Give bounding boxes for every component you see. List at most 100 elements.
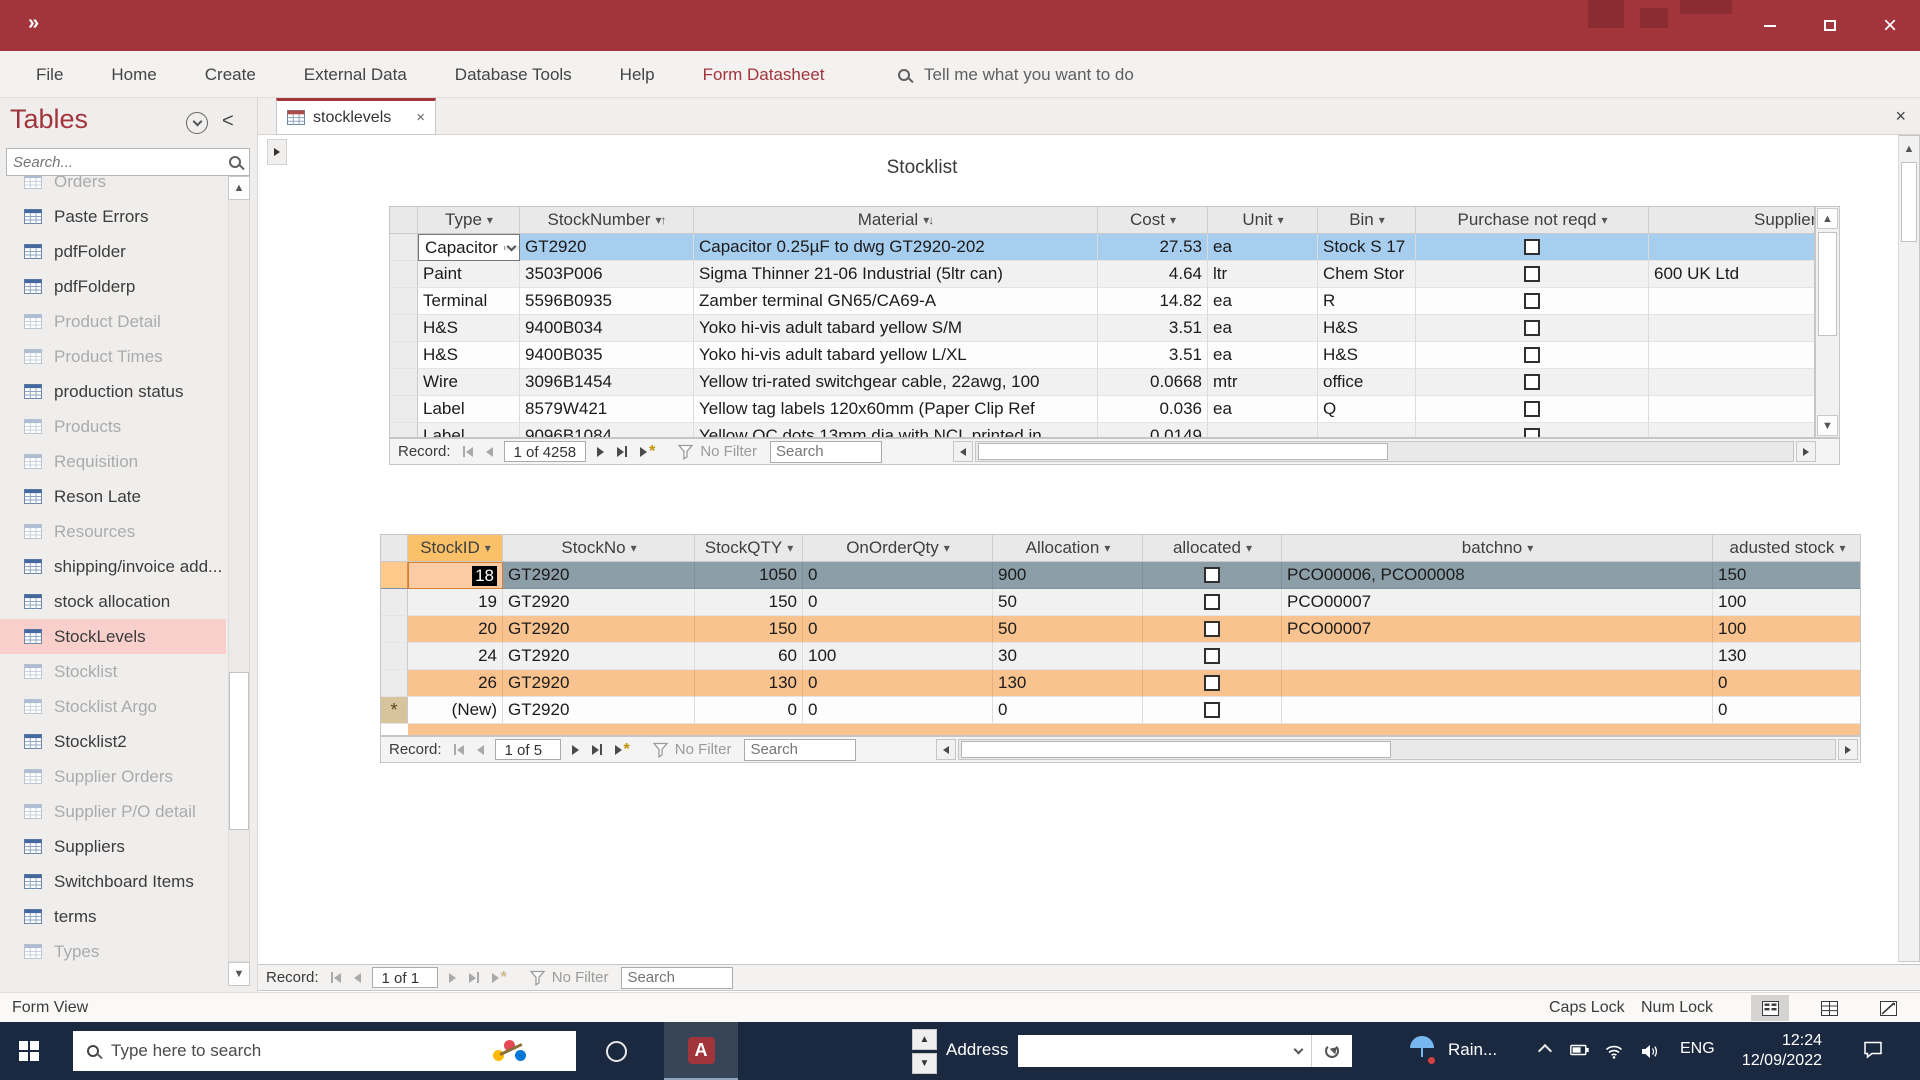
row-selector[interactable] [381, 643, 408, 670]
cell-bin[interactable]: Stock S 17 [1318, 234, 1416, 261]
tab-close-icon[interactable]: × [416, 109, 425, 126]
last-record-button[interactable] [587, 739, 607, 761]
scroll-right-button[interactable] [1796, 441, 1816, 462]
cell-type[interactable]: H&S [418, 315, 520, 342]
search-records-input[interactable] [744, 739, 856, 761]
cell-on_order_qty[interactable]: 0 [803, 562, 993, 589]
checkbox-unchecked[interactable] [1524, 266, 1540, 282]
cell-stock_qty[interactable]: 1050 [695, 562, 803, 589]
sidebar-item-product-times[interactable]: Product Times [0, 339, 226, 374]
cell-bin[interactable]: Q [1318, 396, 1416, 423]
column-dropdown-icon[interactable]: ▾ [487, 213, 492, 227]
scroll-up-button[interactable]: ▲ [1817, 208, 1838, 229]
column-dropdown-icon[interactable]: ▾ [1104, 541, 1109, 555]
address-input[interactable] [1018, 1043, 1286, 1060]
column-header-cost[interactable]: Cost▾ [1098, 207, 1208, 234]
form-view-button[interactable] [1751, 995, 1789, 1021]
sidebar-item-shipping-invoice-add[interactable]: shipping/invoice add... [0, 549, 226, 584]
refresh-button[interactable] [1312, 1035, 1352, 1067]
sidebar-item-stocklist-argo[interactable]: Stocklist Argo [0, 689, 226, 724]
previous-record-button[interactable] [472, 739, 489, 761]
select-all-corner[interactable] [390, 207, 418, 234]
column-header-allocation[interactable]: Allocation▾ [993, 535, 1143, 562]
sidebar-item-supplier-orders[interactable]: Supplier Orders [0, 759, 226, 794]
sidebar-item-paste-errors[interactable]: Paste Errors [0, 199, 226, 234]
cell-purchase_not_reqd[interactable] [1416, 234, 1649, 261]
ribbon-tab-home[interactable]: Home [87, 51, 180, 98]
close-document-icon[interactable]: × [1895, 106, 1906, 127]
next-record-button[interactable] [444, 967, 461, 989]
nav-pane-collapse-button[interactable]: < [222, 110, 234, 133]
cell-type[interactable]: Terminal [418, 288, 520, 315]
cell-supplier[interactable] [1649, 288, 1815, 315]
column-dropdown-icon[interactable]: ▾ [944, 541, 949, 555]
cell-type[interactable]: H&S [418, 342, 520, 369]
nav-scrollbar-thumb[interactable] [229, 672, 249, 830]
scrollbar-thumb[interactable] [1818, 232, 1837, 336]
cell-on_order_qty[interactable]: 0 [803, 697, 993, 724]
horizontal-scrollbar[interactable] [958, 739, 1836, 760]
checkbox-unchecked[interactable] [1204, 567, 1220, 583]
column-dropdown-icon[interactable]: ▾ [787, 541, 792, 555]
cell-stock_id[interactable]: 26 [408, 670, 503, 697]
cell-cost[interactable]: 0.0149 [1098, 423, 1208, 438]
cell-on_order_qty[interactable]: 100 [803, 643, 993, 670]
cell-allocation[interactable]: 50 [993, 616, 1143, 643]
cell-allocated[interactable] [1143, 697, 1282, 724]
layout-view-button[interactable] [1869, 995, 1907, 1021]
cell-type[interactable]: Label [418, 396, 520, 423]
cell-stock_id[interactable]: 24 [408, 643, 503, 670]
cell-unit[interactable]: ea [1208, 342, 1318, 369]
row-selector[interactable] [390, 423, 418, 438]
taskbar-clock[interactable]: 12:24 12/09/2022 [1732, 1031, 1822, 1071]
cell-stock_no[interactable]: GT2920 [503, 589, 695, 616]
row-selector[interactable] [381, 589, 408, 616]
checkbox-unchecked[interactable] [1524, 374, 1540, 390]
cell-unit[interactable]: ltr [1208, 261, 1318, 288]
cell-material[interactable]: Yellow tag labels 120x60mm (Paper Clip R… [694, 396, 1098, 423]
cell-adjusted_stock[interactable]: 100 [1713, 616, 1861, 643]
last-record-button[interactable] [464, 967, 484, 989]
cell-stock_number[interactable]: 9400B034 [520, 315, 694, 342]
cell-bin[interactable] [1318, 423, 1416, 438]
cell-stock_id[interactable]: (New) [408, 697, 503, 724]
sidebar-item-pdffolderp[interactable]: pdfFolderp [0, 269, 226, 304]
sidebar-item-requisition[interactable]: Requisition [0, 444, 226, 479]
checkbox-unchecked[interactable] [1524, 320, 1540, 336]
column-dropdown-icon[interactable]: ▾ [1278, 213, 1283, 227]
previous-record-button[interactable] [481, 441, 498, 463]
sidebar-item-terms[interactable]: terms [0, 899, 226, 934]
cell-cost[interactable]: 3.51 [1098, 342, 1208, 369]
column-header-batchno[interactable]: batchno▾ [1282, 535, 1713, 562]
checkbox-unchecked[interactable] [1524, 401, 1540, 417]
scroll-down-button[interactable]: ▼ [1817, 415, 1838, 436]
row-selector[interactable] [390, 342, 418, 369]
cell-bin[interactable]: Chem Stor [1318, 261, 1416, 288]
first-record-button[interactable] [326, 967, 346, 989]
cell-stock_no[interactable]: GT2920 [503, 670, 695, 697]
cell-stock_qty[interactable]: 150 [695, 589, 803, 616]
cell-stock_number[interactable]: 3503P006 [520, 261, 694, 288]
cell-adjusted_stock[interactable]: 130 [1713, 643, 1861, 670]
maximize-button[interactable] [1800, 0, 1860, 51]
cell-unit[interactable]: ea [1208, 234, 1318, 261]
ribbon-tab-form-datasheet[interactable]: Form Datasheet [679, 51, 849, 98]
cell-cost[interactable]: 14.82 [1098, 288, 1208, 315]
cell-stock_no[interactable]: GT2920 [503, 697, 695, 724]
toolbar-scroll-up-button[interactable]: ▲ [912, 1029, 937, 1050]
cell-stock_id[interactable]: 18 [408, 562, 503, 589]
ribbon-tab-file[interactable]: File [12, 51, 87, 98]
cell-batchno[interactable] [1282, 643, 1713, 670]
column-header-adusted-stock[interactable]: adusted stock▾ [1713, 535, 1861, 562]
cell-type[interactable]: Label [418, 423, 520, 438]
weather-label[interactable]: Rain... [1448, 1040, 1497, 1060]
column-header-supplier[interactable]: Supplier [1649, 207, 1815, 234]
cell-on_order_qty[interactable]: 0 [803, 589, 993, 616]
row-selector[interactable] [390, 288, 418, 315]
sidebar-item-suppliers[interactable]: Suppliers [0, 829, 226, 864]
column-dropdown-icon[interactable]: ▾ [1839, 541, 1844, 555]
cell-bin[interactable]: H&S [1318, 342, 1416, 369]
sidebar-item-types[interactable]: Types [0, 934, 226, 964]
column-dropdown-icon[interactable]: ▾ [1601, 213, 1606, 227]
cell-supplier[interactable] [1649, 369, 1815, 396]
